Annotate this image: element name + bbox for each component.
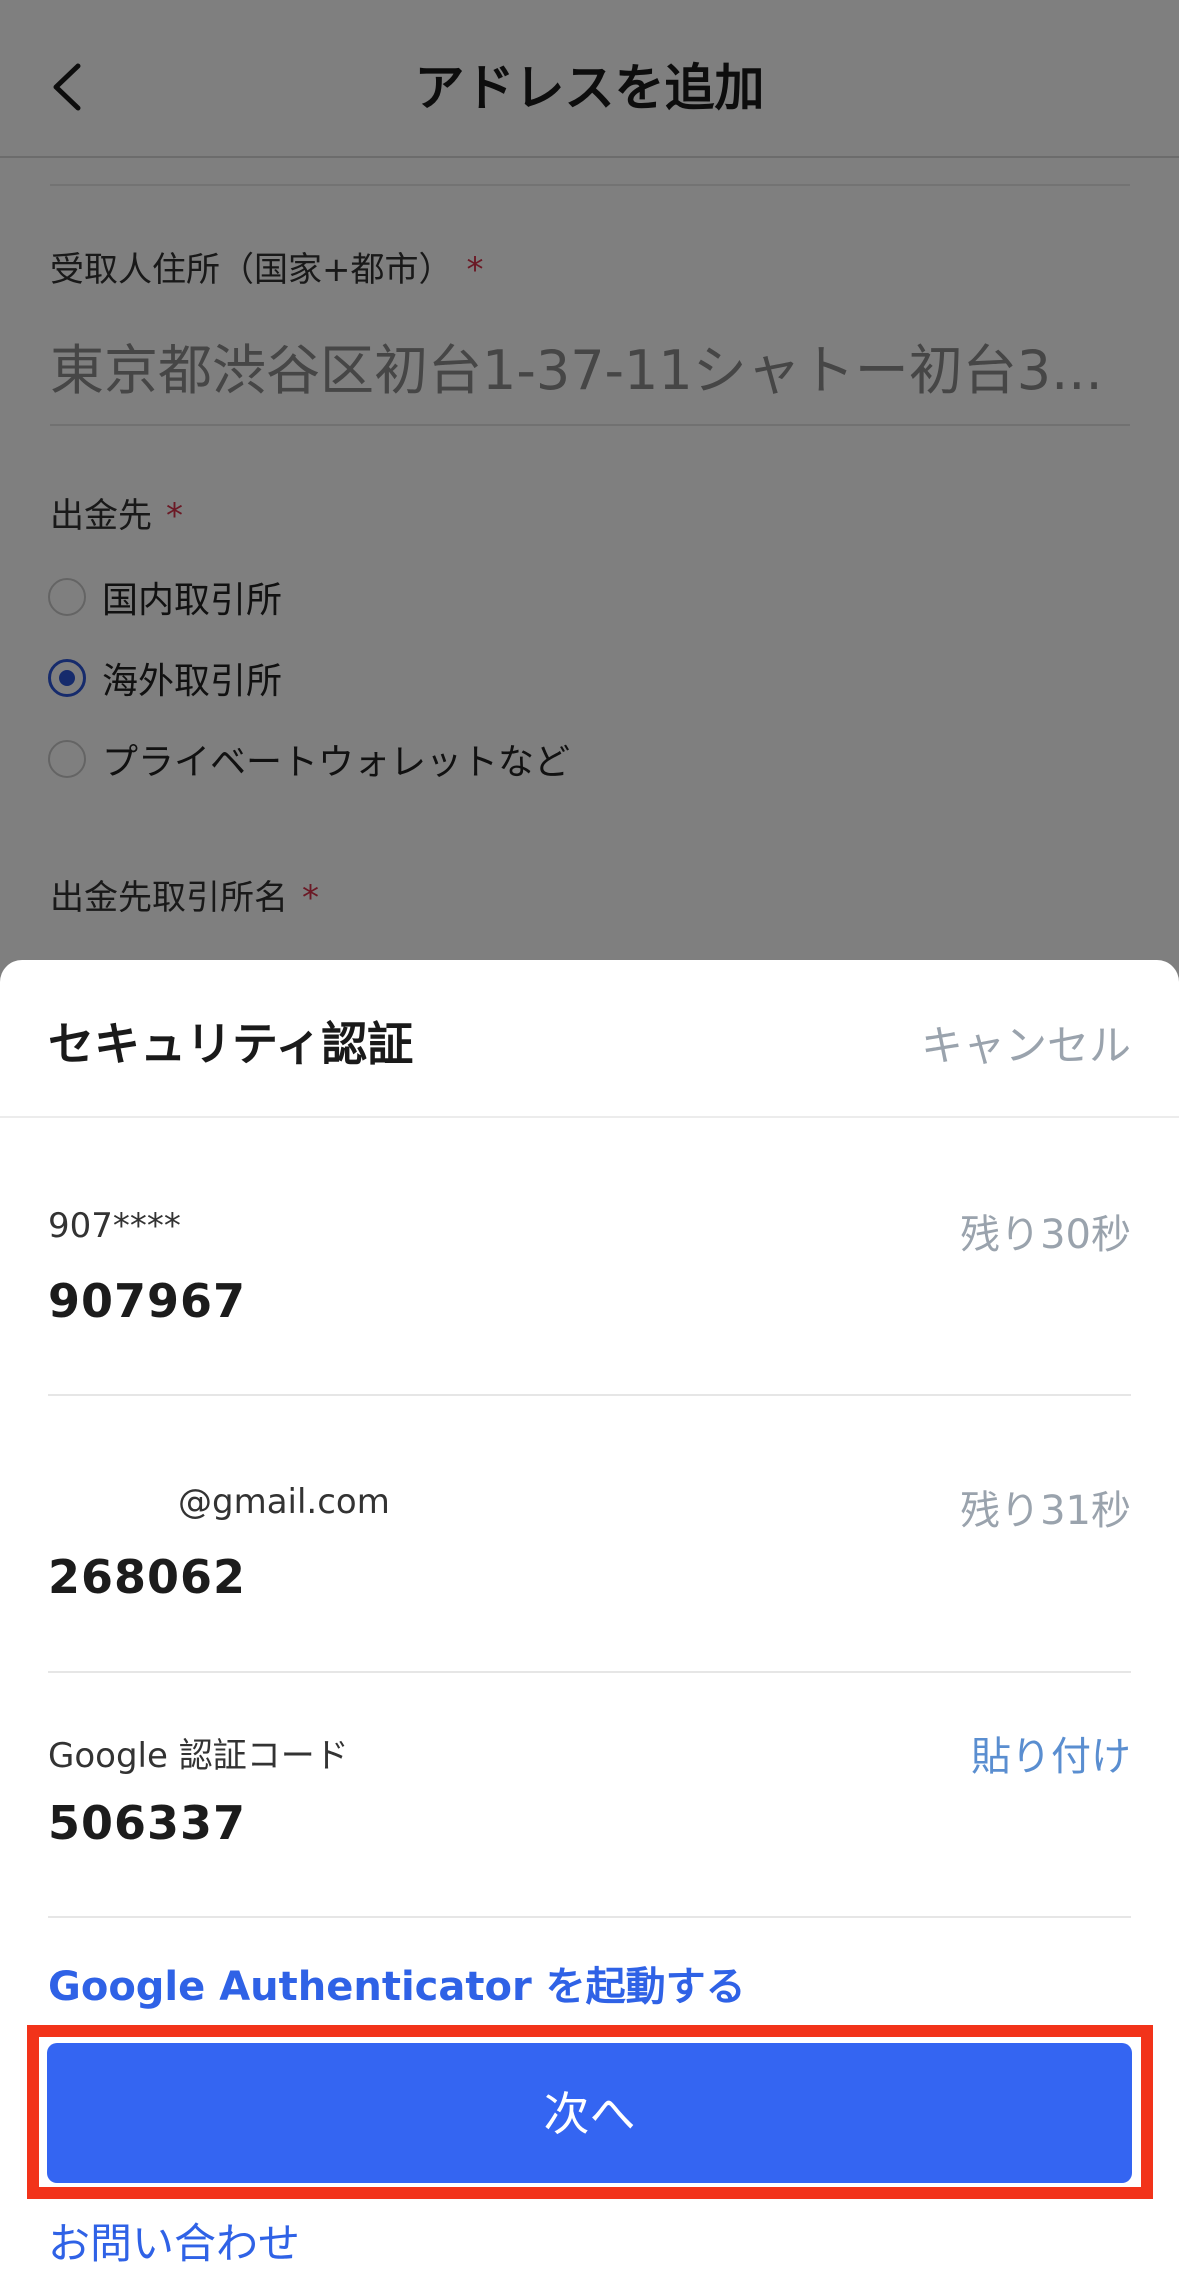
sheet-header: セキュリティ認証 キャンセル: [0, 960, 1179, 1118]
paste-button[interactable]: 貼り付け: [971, 1724, 1131, 1782]
email-code-input[interactable]: [48, 1532, 1131, 1622]
divider: [48, 1394, 1131, 1396]
security-verification-sheet: セキュリティ認証 キャンセル 907**** 残り30秒 @gmail.com …: [0, 960, 1179, 2294]
sheet-title: セキュリティ認証: [48, 1017, 414, 1071]
next-button[interactable]: 次へ: [47, 2043, 1132, 2183]
sms-label: 907****: [48, 1206, 181, 1246]
launch-authenticator-link[interactable]: Google Authenticator を起動する: [48, 1954, 746, 2012]
divider: [48, 1916, 1131, 1918]
cancel-button[interactable]: キャンセル: [921, 1012, 1131, 1073]
email-timer: 残り31秒: [960, 1488, 1131, 1534]
google-code-input[interactable]: [48, 1778, 1131, 1868]
email-label: @gmail.com: [178, 1482, 390, 1522]
google-code-label: Google 認証コード: [48, 1736, 349, 1776]
sms-code-input[interactable]: [48, 1256, 1131, 1346]
sms-timer: 残り30秒: [960, 1212, 1131, 1258]
contact-link[interactable]: お問い合わせ: [48, 2210, 300, 2271]
page: アドレスを追加 受取人住所（国家+都市）* 東京都渋谷区初台1-37-11シャト…: [0, 0, 1179, 2294]
divider: [48, 1671, 1131, 1673]
